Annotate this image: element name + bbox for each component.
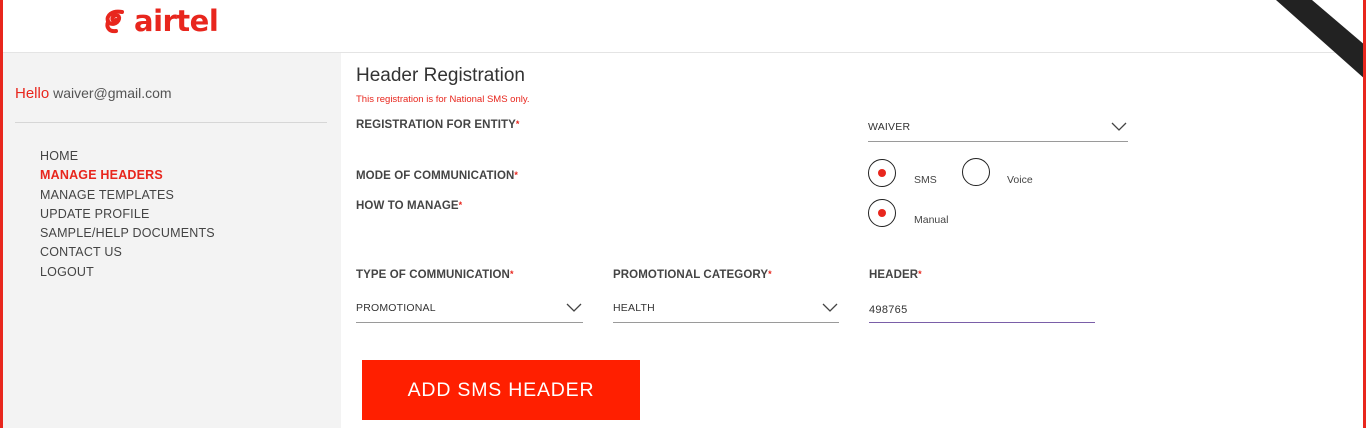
mode-sms-radio[interactable] bbox=[868, 159, 896, 187]
entity-select-value: WAIVER bbox=[868, 121, 911, 133]
mode-voice-radio[interactable] bbox=[962, 158, 990, 186]
sidebar-item-manage-headers[interactable]: MANAGE HEADERS bbox=[40, 166, 215, 185]
manage-label: HOW TO MANAGE* bbox=[356, 200, 462, 212]
page-subtitle: This registration is for National SMS on… bbox=[356, 94, 530, 105]
entity-label-text: REGISTRATION FOR ENTITY bbox=[356, 119, 516, 131]
manage-manual-label[interactable]: Manual bbox=[914, 214, 948, 226]
chevron-down-icon bbox=[1111, 122, 1127, 131]
airtel-logo[interactable]: airtel bbox=[102, 4, 219, 38]
required-mark: * bbox=[458, 200, 463, 210]
mode-label: MODE OF COMMUNICATION* bbox=[356, 170, 518, 182]
chevron-down-icon bbox=[566, 303, 582, 312]
entity-select[interactable]: WAIVER bbox=[868, 116, 1128, 142]
airtel-swirl-icon bbox=[105, 9, 124, 34]
sidebar-divider bbox=[15, 122, 327, 123]
sidebar-item-update-profile[interactable]: UPDATE PROFILE bbox=[40, 205, 215, 224]
required-mark: * bbox=[768, 269, 772, 279]
category-label-text: PROMOTIONAL CATEGORY bbox=[613, 269, 769, 281]
type-label: TYPE OF COMMUNICATION* bbox=[356, 269, 514, 281]
type-select[interactable]: PROMOTIONAL bbox=[356, 297, 583, 323]
header-input[interactable] bbox=[869, 297, 1095, 323]
category-select-value: HEALTH bbox=[613, 302, 655, 314]
entity-label: REGISTRATION FOR ENTITY* bbox=[356, 119, 520, 131]
type-select-value: PROMOTIONAL bbox=[356, 302, 436, 314]
brand-name: airtel bbox=[134, 4, 219, 38]
mode-sms-label[interactable]: SMS bbox=[914, 174, 937, 186]
sidebar-item-sample-help-documents[interactable]: SAMPLE/HELP DOCUMENTS bbox=[40, 224, 215, 243]
greeting-word: Hello bbox=[15, 85, 50, 102]
header-label-text: HEADER bbox=[869, 269, 919, 281]
required-mark: * bbox=[514, 170, 519, 180]
add-sms-header-button[interactable]: ADD SMS HEADER bbox=[362, 360, 640, 420]
user-greeting: Hello waiver@gmail.com bbox=[15, 85, 172, 102]
type-label-text: TYPE OF COMMUNICATION bbox=[356, 269, 510, 281]
manage-label-text: HOW TO MANAGE bbox=[356, 200, 459, 212]
manage-manual-radio[interactable] bbox=[868, 199, 896, 227]
sidebar-item-logout[interactable]: LOGOUT bbox=[40, 263, 215, 282]
required-mark: * bbox=[918, 269, 922, 279]
main-content: Header Registration This registration is… bbox=[341, 53, 1363, 428]
radio-selected-dot bbox=[878, 209, 886, 217]
required-mark: * bbox=[515, 119, 520, 129]
category-select[interactable]: HEALTH bbox=[613, 297, 839, 323]
top-bar: airtel bbox=[0, 0, 1366, 80]
required-mark: * bbox=[509, 269, 514, 279]
page-title: Header Registration bbox=[356, 65, 525, 86]
user-email: waiver@gmail.com bbox=[53, 85, 172, 101]
sidebar-item-contact-us[interactable]: CONTACT US bbox=[40, 243, 215, 262]
header-label: HEADER* bbox=[869, 269, 922, 281]
radio-selected-dot bbox=[878, 169, 886, 177]
sidebar: Hello waiver@gmail.com HOME MANAGE HEADE… bbox=[3, 53, 341, 428]
sidebar-nav: HOME MANAGE HEADERS MANAGE TEMPLATES UPD… bbox=[40, 147, 215, 282]
sidebar-item-home[interactable]: HOME bbox=[40, 147, 215, 166]
category-label: PROMOTIONAL CATEGORY* bbox=[613, 269, 772, 281]
chevron-down-icon bbox=[822, 303, 838, 312]
mode-voice-label[interactable]: Voice bbox=[1007, 174, 1033, 186]
mode-label-text: MODE OF COMMUNICATION bbox=[356, 170, 515, 182]
sidebar-item-manage-templates[interactable]: MANAGE TEMPLATES bbox=[40, 186, 215, 205]
